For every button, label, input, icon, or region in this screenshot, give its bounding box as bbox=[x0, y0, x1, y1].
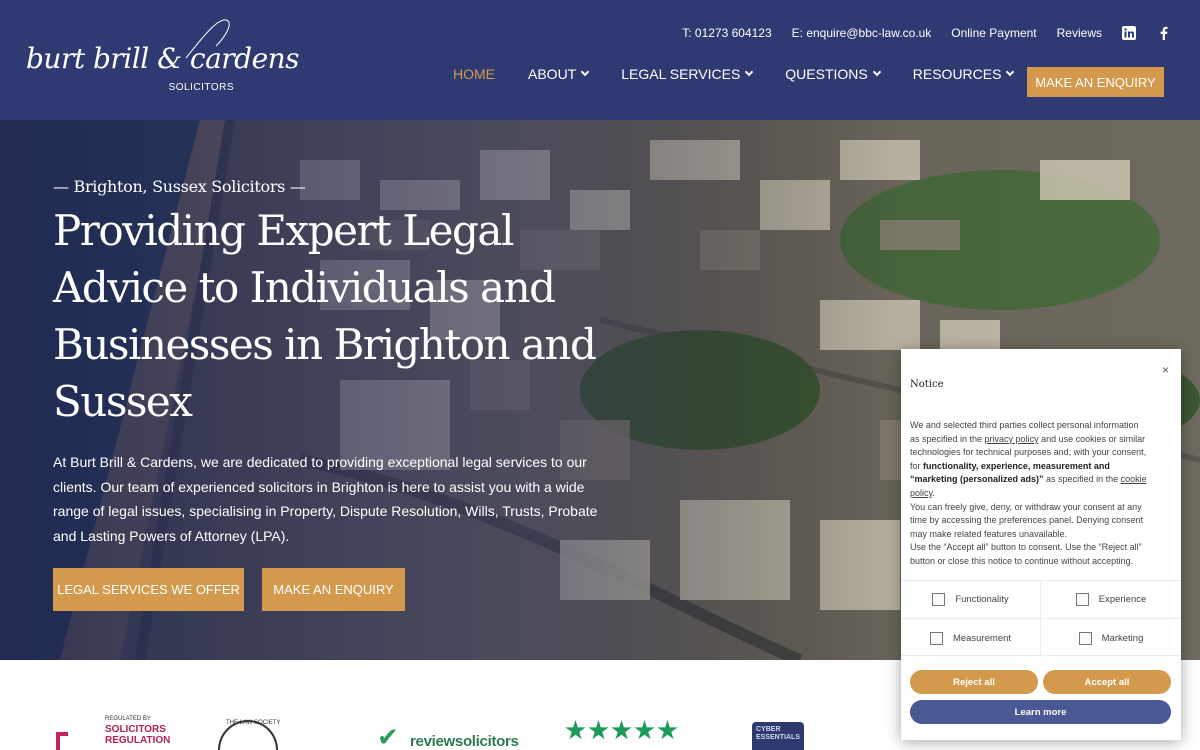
make-enquiry-hero-button[interactable]: MAKE AN ENQUIRY bbox=[262, 568, 405, 611]
rating-stars bbox=[565, 720, 678, 741]
hero-title: Providing Expert Legal Advice to Individ… bbox=[53, 206, 597, 426]
marketing-option[interactable]: Marketing bbox=[1041, 619, 1181, 657]
sra-badge[interactable]: REGULATED BY SOLICITORS REGULATION bbox=[56, 716, 186, 750]
star-icon bbox=[611, 720, 632, 740]
accept-all-button[interactable]: Accept all bbox=[1043, 670, 1171, 694]
legal-services-button[interactable]: LEGAL SERVICES WE OFFER bbox=[53, 568, 244, 611]
facebook-icon[interactable] bbox=[1156, 26, 1170, 40]
logo-wordmark: burt brill & cardens bbox=[26, 42, 300, 75]
sra-badge-text: SOLICITORS REGULATION bbox=[105, 724, 170, 746]
cookie-notice: × Notice We and selected third parties c… bbox=[901, 349, 1181, 740]
phone-number: 01273 604123 bbox=[694, 26, 772, 40]
site-header: burt brill & cardens SOLICITORS T: 01273… bbox=[0, 0, 1200, 120]
cookie-consent-text: You can freely give, deny, or withdraw y… bbox=[910, 501, 1144, 539]
cyber-essentials-badge: CYBER ESSENTIALS bbox=[752, 722, 804, 750]
cookie-preferences: Functionality Experience Measurement Mar… bbox=[901, 580, 1181, 657]
reviews-link[interactable]: Reviews bbox=[1057, 26, 1102, 40]
nav-resources-label: RESOURCES bbox=[912, 66, 1002, 82]
linkedin-icon[interactable] bbox=[1122, 26, 1136, 40]
nav-legal-services[interactable]: LEGAL SERVICES bbox=[621, 66, 754, 82]
marketing-label: Marketing bbox=[1101, 632, 1144, 644]
marketing-checkbox[interactable] bbox=[1078, 631, 1092, 645]
chevron-down-icon bbox=[745, 67, 754, 77]
experience-label: Experience bbox=[1098, 594, 1147, 605]
nav-about[interactable]: ABOUT bbox=[528, 66, 590, 82]
nav-legal-services-label: LEGAL SERVICES bbox=[621, 66, 741, 82]
nav-questions-label: QUESTIONS bbox=[785, 66, 868, 82]
cookie-text: We and selected third parties collect pe… bbox=[910, 419, 1148, 569]
hero-kicker: — Brighton, Sussex Solicitors — bbox=[53, 177, 306, 196]
online-payment-link[interactable]: Online Payment bbox=[951, 26, 1036, 40]
nav-about-label: ABOUT bbox=[528, 66, 577, 82]
review-solicitors-logo[interactable]: reviewsolicitors bbox=[410, 733, 519, 750]
nav-resources[interactable]: RESOURCES bbox=[912, 66, 1015, 82]
learn-more-button[interactable]: Learn more bbox=[910, 700, 1171, 724]
sra-line-1: SOLICITORS bbox=[105, 724, 166, 735]
phone-contact[interactable]: T: 01273 604123 bbox=[682, 26, 771, 40]
chevron-down-icon bbox=[1006, 67, 1015, 77]
cookie-title: Notice bbox=[910, 379, 944, 390]
star-icon bbox=[588, 720, 609, 740]
email-contact[interactable]: E: enquire@bbc-law.co.uk bbox=[792, 26, 932, 40]
sra-mark-icon bbox=[56, 732, 68, 750]
phone-prefix: T: bbox=[682, 26, 692, 40]
measurement-option[interactable]: Measurement bbox=[901, 619, 1041, 657]
chevron-down-icon bbox=[872, 67, 882, 77]
functionality-option[interactable]: Functionality bbox=[901, 581, 1041, 619]
cookie-text-part: . bbox=[932, 487, 935, 498]
nav-questions[interactable]: QUESTIONS bbox=[785, 66, 882, 82]
email-address: enquire@bbc-law.co.uk bbox=[806, 26, 932, 40]
chevron-down-icon bbox=[580, 67, 590, 77]
privacy-policy-link[interactable]: privacy policy bbox=[985, 434, 1039, 444]
star-icon bbox=[634, 720, 655, 740]
email-prefix: E: bbox=[791, 26, 803, 40]
nav-home[interactable]: HOME bbox=[453, 66, 495, 82]
functionality-label: Functionality bbox=[955, 594, 1009, 605]
cookie-instructions-text: Use the “Accept all” button to consent. … bbox=[910, 542, 1142, 566]
hero-description: At Burt Brill & Cardens, we are dedicate… bbox=[53, 454, 598, 544]
cookie-text-part: as specified in the bbox=[1043, 474, 1121, 485]
nav-home-label: HOME bbox=[453, 66, 495, 82]
site-logo[interactable]: burt brill & cardens SOLICITORS bbox=[26, 18, 300, 98]
logo-subtitle: SOLICITORS bbox=[168, 82, 234, 93]
star-icon bbox=[565, 720, 586, 740]
make-enquiry-header-button[interactable]: MAKE AN ENQUIRY bbox=[1027, 67, 1164, 97]
reject-all-button[interactable]: Reject all bbox=[910, 670, 1038, 694]
measurement-checkbox[interactable] bbox=[929, 631, 943, 645]
main-navigation: HOME ABOUT LEGAL SERVICES QUESTIONS RESO… bbox=[453, 66, 1046, 82]
checkmark-icon: ✔ bbox=[377, 723, 399, 750]
star-icon bbox=[657, 720, 678, 740]
law-society-text: THE LAW SOCIETY bbox=[226, 720, 281, 726]
close-icon[interactable]: × bbox=[1162, 363, 1169, 377]
experience-checkbox[interactable] bbox=[1075, 593, 1089, 606]
measurement-label: Measurement bbox=[952, 632, 1012, 644]
cyber-line-1: CYBER bbox=[756, 726, 781, 733]
functionality-checkbox[interactable] bbox=[932, 593, 946, 606]
top-bar: T: 01273 604123 E: enquire@bbc-law.co.uk… bbox=[682, 26, 1170, 40]
experience-option[interactable]: Experience bbox=[1041, 581, 1181, 619]
sra-line-2: REGULATION bbox=[105, 735, 171, 746]
sra-badge-small-text: REGULATED BY bbox=[105, 716, 151, 722]
cyber-line-2: ESSENTIALS bbox=[756, 734, 800, 741]
